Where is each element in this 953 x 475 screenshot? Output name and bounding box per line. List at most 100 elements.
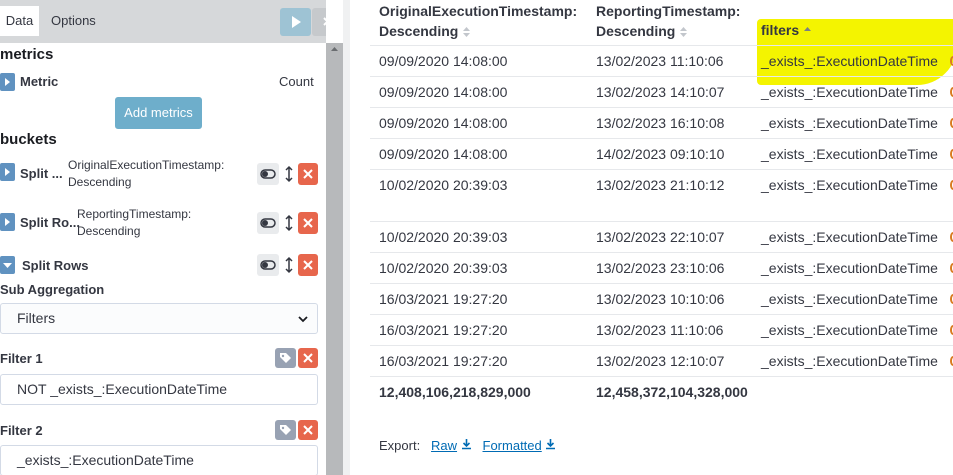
bucket-1-drag-handle[interactable] [281,163,297,185]
sub-aggregation-label: Sub Aggregation [0,282,105,297]
toggle-icon [260,260,276,270]
tag-icon [280,425,291,435]
row-divider [370,138,953,139]
editor-scrollbar[interactable] [326,43,343,475]
bucket-2-controls [257,212,319,234]
tab-data[interactable]: Data [0,6,39,36]
scroll-up-icon [331,47,338,51]
bucket-1-toggle-button[interactable] [257,163,279,185]
table-cell: _exists_:ExecutionDateTime [761,53,938,69]
apply-changes-button[interactable] [280,8,311,36]
table-cell: 16/03/2021 19:27:20 [379,322,508,338]
bucket-3-expand-toggle[interactable] [0,256,15,274]
table-cell: _exists_:ExecutionDateTime [761,229,938,245]
export-formatted-link[interactable]: Formatted [483,438,542,453]
discard-changes-button[interactable] [312,8,326,36]
bucket-2-drag-handle[interactable] [281,212,297,234]
filter-2-controls [275,420,319,440]
table-cell: 13/02/2023 14:10:07 [596,84,725,100]
table-cell: 09/09/2020 14:08:00 [379,115,508,131]
filter-2-remove-button[interactable] [298,420,318,440]
table-cell: 09/09/2020 14:08:00 [379,146,508,162]
table-cell: _exists_:ExecutionDateTime [761,260,938,276]
export-label: Export: [379,438,421,453]
metric-label: Metric [20,74,59,89]
table-cell: 09/09/2020 14:08:00 [379,84,508,100]
tab-options[interactable]: Options [51,6,96,36]
download-icon [461,439,471,450]
bucket-1-description: OriginalExecutionTimestamp: Descending [68,158,225,189]
row-divider [370,376,953,377]
chevron-right-icon [5,168,10,176]
bucket-3-remove-button[interactable] [298,254,318,276]
table-cell: 10/02/2020 20:39:03 [379,177,508,193]
row-divider [370,283,953,284]
row-divider [370,169,953,170]
toggle-icon [260,218,276,228]
bucket-2-label: Split Ro... [20,215,80,230]
editor-panel: Data Options metrics Metric Count Add me… [0,0,326,475]
table-cell: _exists_:ExecutionDateTime [761,353,938,369]
bucket-1-remove-button[interactable] [298,163,318,185]
table-cell: 14/02/2023 09:10:10 [596,146,725,162]
bucket-3-toggle-button[interactable] [257,254,279,276]
bucket-3-drag-handle[interactable] [281,254,297,276]
add-metrics-button[interactable]: Add metrics [115,97,202,129]
filter-1-label-button[interactable] [275,348,296,368]
play-icon [292,16,301,28]
total-original-timestamp: 12,408,106,218,829,000 [379,384,531,400]
filter-1-remove-button[interactable] [298,348,318,368]
table-cell: _exists_:ExecutionDateTime [761,322,938,338]
bucket-1-expand-toggle[interactable] [0,163,15,181]
bucket-2-remove-button[interactable] [298,212,318,234]
filter-1-label: Filter 1 [0,351,43,366]
column-header-reporting-timestamp[interactable]: ReportingTimestamp: Descending [596,1,740,41]
buckets-section-title: buckets [0,131,57,148]
table-cell: 13/02/2023 16:10:08 [596,115,725,131]
filter-1-input[interactable]: NOT _exists_:ExecutionDateTime [0,374,318,405]
export-raw-link[interactable]: Raw [431,438,457,453]
close-icon [303,218,313,228]
filter-1-controls [275,348,319,368]
bucket-1-controls [257,163,319,185]
table-cell: 16/03/2021 19:27:20 [379,291,508,307]
metrics-section-title: metrics [0,46,54,63]
table-cell: _exists_:ExecutionDateTime [761,84,938,100]
chevron-down-icon [298,316,308,323]
sort-icon [463,27,471,38]
editor-tab-bar: Data Options [0,0,326,43]
row-divider [370,45,953,46]
table-cell: 10/02/2020 20:39:03 [379,229,508,245]
bucket-2-toggle-button[interactable] [257,212,279,234]
table-cell: 13/02/2023 10:10:06 [596,291,725,307]
column-header-filters[interactable]: filters [761,20,812,40]
bucket-2-description: ReportingTimestamp: Descending [77,207,192,238]
table-cell: 13/02/2023 23:10:06 [596,260,725,276]
bucket-3-label: Split Rows [22,258,89,273]
table-cell: _exists_:ExecutionDateTime [761,291,938,307]
bucket-2-expand-toggle[interactable] [0,213,15,231]
total-reporting-timestamp: 12,458,372,104,328,000 [596,384,748,400]
filter-2-input[interactable]: _exists_:ExecutionDateTime [0,445,318,475]
bucket-1-label: Split ... [20,166,63,181]
table-cell: _exists_:ExecutionDateTime [761,177,938,193]
sort-vertical-icon [285,165,293,183]
close-icon [303,260,313,270]
data-table: OriginalExecutionTimestamp: Descending R… [350,0,953,475]
export-bar: Export: Raw Formatted [379,438,556,453]
tag-icon [280,353,291,363]
column-header-original-timestamp[interactable]: OriginalExecutionTimestamp: Descending [379,1,577,41]
table-cell: 13/02/2023 21:10:12 [596,177,725,193]
close-icon [303,425,313,435]
sort-asc-icon [804,27,812,32]
sub-aggregation-value: Filters [17,310,56,326]
metric-expand-toggle[interactable] [0,73,15,91]
row-divider [370,314,953,315]
filter-2-label-button[interactable] [275,420,296,440]
chevron-right-icon [5,218,10,226]
row-divider [370,345,953,346]
table-cell: 13/02/2023 11:10:06 [596,322,724,338]
sub-aggregation-select[interactable]: Filters [0,303,318,334]
toggle-icon [260,169,276,179]
metric-value: Count [279,74,314,89]
